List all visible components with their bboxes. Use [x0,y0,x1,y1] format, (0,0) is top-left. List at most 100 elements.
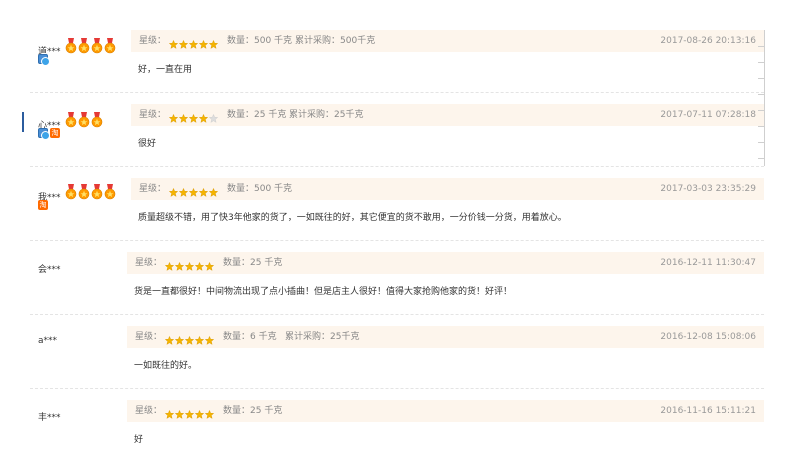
star-icon [168,110,179,132]
quantity: 数量：25 千克 [223,252,282,274]
cumulative-purchase: 累计采购：25千克 [289,104,363,126]
star-icon [178,36,189,58]
review-divider [30,314,764,315]
medal-icon [91,112,103,128]
star-icon [164,258,175,280]
quantity: 数量：500 千克 [227,178,292,200]
reviewer-level-medals [65,184,116,200]
medal-icon [91,38,103,54]
vip-icon [38,54,50,66]
scroll-tick [758,158,764,159]
rating-label: 星级： [135,406,163,416]
review-timestamp: 2016-11-16 15:11:21 [660,406,756,416]
cumulative-value: 25千克 [334,110,364,120]
scroll-tick [758,126,764,127]
star-icon [184,406,195,428]
star-icon [178,110,189,132]
quantity: 数量：25 千克 [227,104,286,126]
cumulative-purchase: 累计采购：500千克 [295,30,375,52]
star-icon [188,36,199,58]
star-icon [164,406,175,428]
star-icon [198,36,209,58]
reviewer-level-medals [65,38,116,54]
reviewer-badges: 淘 [38,128,60,140]
review-divider [30,92,764,93]
review-meta-bar: 星级： 数量：500 千克 累计采购：500千克 2017-08-26 20:13:1… [131,30,764,52]
star-icon [188,110,199,132]
review-timestamp: 2017-07-11 07:28:18 [660,110,756,120]
rating-label: 星级： [135,258,163,268]
rating-label: 星级： [139,36,167,46]
quantity-label: 数量： [223,406,251,416]
star-icon [194,406,205,428]
reviewer-name: 丰*** [38,413,61,423]
review-divider [30,166,764,167]
quantity: 数量：6 千克 [223,326,277,348]
quantity-value: 25 千克 [250,406,283,416]
reviewer-badges: 淘 [38,200,48,210]
quantity-value: 25 千克 [254,110,287,120]
star-icon [204,332,215,354]
star-icon [184,258,195,280]
review-timestamp: 2016-12-08 15:08:06 [660,332,756,342]
rating-stars [164,332,215,354]
rating-stars [164,406,215,428]
cumulative-label: 累计采购： [289,110,335,120]
star-icon [174,406,185,428]
star-icon [204,406,215,428]
rating-label: 星级： [139,110,167,120]
quantity: 数量：500 千克 [227,30,292,52]
star-icon [194,332,205,354]
star-icon [168,184,179,206]
scroll-tick [758,110,764,111]
review-timestamp: 2017-03-03 23:35:29 [660,184,756,194]
review-content: 质量超级不错，用了快3年他家的货了，一如既往的好，其它便宜的货不敢用，一分价钱一… [138,213,567,223]
cumulative-value: 25千克 [330,332,360,342]
quantity-value: 500 千克 [254,184,293,194]
review-content: 好 [134,435,144,445]
medal-icon [78,38,90,54]
review-content: 一如既往的好。 [134,361,198,371]
scroll-tick [758,94,764,95]
quantity-label: 数量： [227,184,255,194]
review-meta-bar: 星级： 数量：6 千克 累计采购：25千克 2016-12-08 15:08:06 [127,326,764,348]
review-divider [30,240,764,241]
scroll-tick [758,46,764,47]
cumulative-value: 500千克 [340,36,376,46]
medal-icon [78,184,90,200]
review-meta-bar: 星级： 数量：25 千克 累计采购：25千克 2017-07-11 07:28:18 [131,104,764,126]
star-icon [178,184,189,206]
review-timestamp: 2017-08-26 20:13:16 [660,36,756,46]
medal-icon [65,184,77,200]
medal-icon [65,112,77,128]
rating-stars [168,36,219,58]
review-meta-bar: 星级： 数量：25 千克 2016-11-16 15:11:21 [127,400,764,422]
rating-label: 星级： [135,332,163,342]
reviewer-name: 会*** [38,265,61,275]
review-meta-bar: 星级： 数量：25 千克 2016-12-11 11:30:47 [127,252,764,274]
scroll-tick [758,142,764,143]
quantity-label: 数量： [223,258,251,268]
medal-icon [78,112,90,128]
medal-icon [104,38,116,54]
quantity-value: 500 千克 [254,36,293,46]
star-icon [194,258,205,280]
scroll-tick [758,62,764,63]
star-icon [168,36,179,58]
cumulative-label: 累计采购： [295,36,341,46]
star-icon [208,184,219,206]
star-icon [164,332,175,354]
scroll-tick [758,78,764,79]
star-icon [204,258,215,280]
rating-stars [164,258,215,280]
quantity-label: 数量： [227,110,255,120]
rating-stars [168,110,219,132]
star-icon [198,184,209,206]
rating-stars [168,184,219,206]
review-content: 货是一直都很好！中间物流出现了点小插曲！但是店主人很好！值得大家抢购他家的货！好… [134,287,513,297]
medal-icon [104,184,116,200]
left-marker [22,112,24,132]
cumulative-purchase: 累计采购：25千克 [285,326,359,348]
star-icon [184,332,195,354]
quantity: 数量：25 千克 [223,400,282,422]
